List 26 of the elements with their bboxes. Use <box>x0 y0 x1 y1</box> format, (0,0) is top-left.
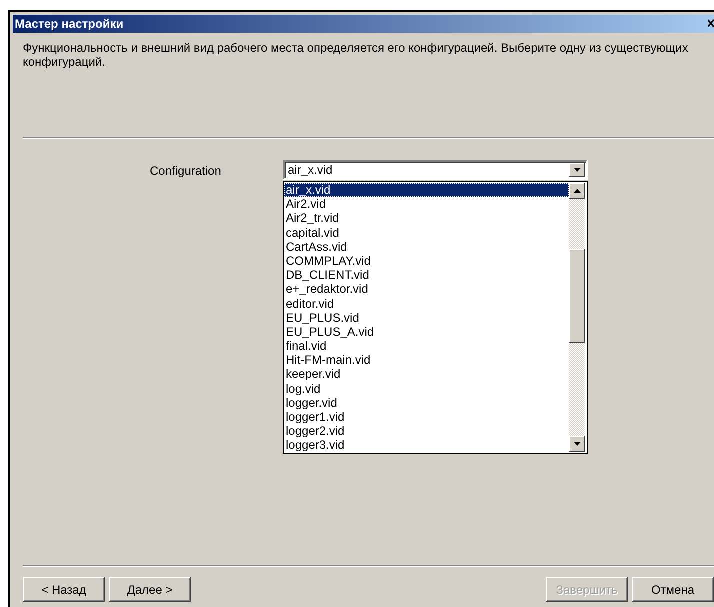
list-item[interactable]: EU_PLUS.vid <box>284 310 569 325</box>
list-item[interactable]: logger3.vid <box>284 438 569 453</box>
list-item[interactable]: EU_PLUS_A.vid <box>284 324 569 340</box>
list-item[interactable]: log.vid <box>284 382 569 396</box>
back-button[interactable]: < Назад <box>23 577 105 602</box>
list-item[interactable]: e+_redaktor.vid <box>284 282 569 296</box>
list-item[interactable]: capital.vid <box>284 226 569 240</box>
list-item[interactable]: COMMPLAY.vid <box>284 254 569 268</box>
list-item[interactable]: air_x.vid <box>284 183 569 198</box>
list-item[interactable]: Hit-FM-main.vid <box>284 353 569 368</box>
window-title: Мастер настройки <box>15 17 124 31</box>
list-item[interactable]: Air2.vid <box>284 197 569 212</box>
list-item[interactable]: logger.vid <box>284 396 569 410</box>
configuration-dropdown[interactable]: air_x.vid <box>283 160 588 180</box>
list-item[interactable]: editor.vid <box>284 296 569 311</box>
cancel-button[interactable]: Отмена <box>632 577 714 602</box>
list-item[interactable]: DB_CLIENT.vid <box>284 268 569 282</box>
list-item[interactable]: logger1.vid <box>284 410 569 424</box>
next-button[interactable]: Далее > <box>109 577 191 602</box>
list-item[interactable]: keeper.vid <box>284 367 569 382</box>
description-text: Функциональность и внешний вид рабочего места определяется его конфигурацией. Выберите одну из существующих конфигураций. <box>23 41 690 69</box>
list-item[interactable]: Air2_tr.vid <box>284 211 569 226</box>
list-item[interactable]: final.vid <box>284 339 569 354</box>
list-item[interactable]: logger2.vid <box>284 424 569 438</box>
list-item[interactable]: CartAss.vid <box>284 240 569 254</box>
configuration-label: Configuration <box>150 163 222 180</box>
